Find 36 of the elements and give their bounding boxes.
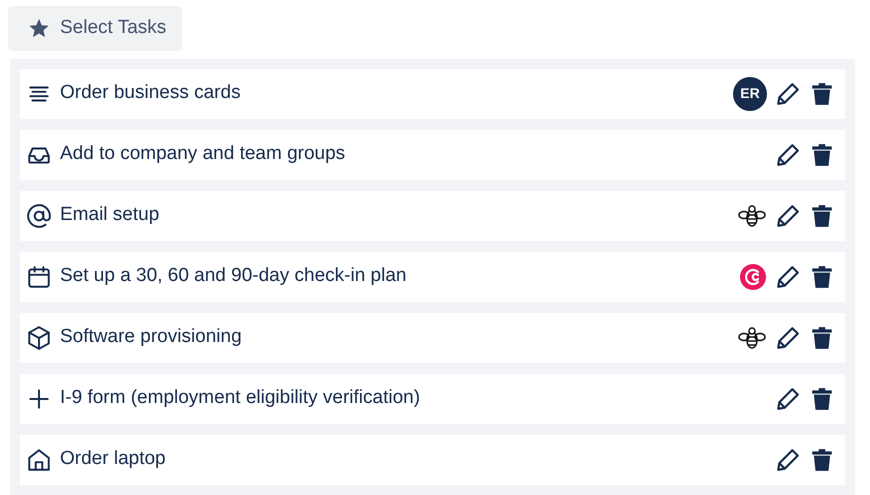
- task-row[interactable]: Add to company and team groups: [20, 130, 845, 180]
- edit-button[interactable]: [775, 386, 801, 412]
- at-sign-icon: [26, 202, 52, 228]
- task-title: Order business cards: [60, 81, 242, 106]
- pencil-icon: [775, 142, 801, 168]
- task-row[interactable]: Order business cards ER: [20, 68, 845, 118]
- task-row[interactable]: Set up a 30, 60 and 90-day check-in plan: [20, 252, 845, 302]
- pencil-icon: [775, 264, 801, 290]
- edit-button[interactable]: [775, 202, 801, 228]
- pencil-icon: [775, 202, 801, 228]
- task-row[interactable]: Order laptop: [20, 434, 845, 484]
- star-icon: [28, 17, 50, 40]
- pencil-icon: [775, 80, 801, 106]
- task-title: Software provisioning: [60, 325, 243, 350]
- pencil-icon: [775, 324, 801, 350]
- cube-icon: [26, 324, 52, 350]
- task-title: Set up a 30, 60 and 90-day check-in plan: [60, 264, 408, 288]
- c-logo-icon: [739, 262, 767, 290]
- edit-button[interactable]: [775, 264, 801, 290]
- calendar-icon: [26, 264, 52, 290]
- edit-button[interactable]: [775, 80, 801, 106]
- edit-button[interactable]: [775, 142, 801, 168]
- task-row[interactable]: Email setup: [20, 190, 845, 240]
- task-title: Email setup: [60, 203, 160, 228]
- avatar: ER: [733, 76, 767, 110]
- task-row[interactable]: I-9 form (employment eligibility verification): [20, 374, 845, 424]
- task-title: I-9 form (employment eligibility verification): [60, 386, 422, 410]
- edit-button[interactable]: [775, 324, 801, 350]
- task-row[interactable]: Software provisioning: [20, 312, 845, 362]
- task-title: Add to company and team groups: [60, 142, 346, 166]
- home-icon: [26, 446, 52, 472]
- edit-button[interactable]: [775, 446, 801, 472]
- select-tasks-button[interactable]: Select Tasks: [8, 6, 182, 50]
- task-title: Order laptop: [60, 447, 167, 472]
- pencil-icon: [775, 386, 801, 412]
- pencil-icon: [775, 446, 801, 472]
